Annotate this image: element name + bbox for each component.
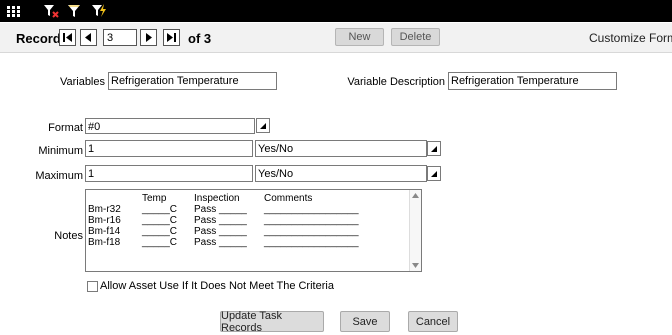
minimum-label: Minimum — [38, 145, 83, 157]
notes-header-temp: Temp — [142, 193, 167, 204]
notes-header-inspection: Inspection — [194, 193, 240, 204]
minimum-field[interactable]: 1 — [85, 140, 253, 157]
notes-row-inspection: Pass _____ — [194, 237, 247, 248]
notes-row-name: Bm-r32 — [88, 204, 121, 215]
maximum-field[interactable]: 1 — [85, 165, 253, 182]
funnel-lightning-icon[interactable] — [90, 3, 108, 19]
delete-button[interactable]: Delete — [391, 28, 440, 46]
maximum-type-dropdown-button[interactable] — [427, 166, 441, 181]
notes-header-comments: Comments — [264, 193, 313, 204]
new-button[interactable]: New — [335, 28, 384, 46]
cancel-button[interactable]: Cancel — [408, 311, 458, 332]
variable-description-field[interactable]: Refrigeration Temperature — [448, 72, 617, 90]
notes-row-inspection: Pass _____ — [194, 226, 247, 237]
variables-label: Variables — [59, 76, 105, 88]
format-dropdown-button[interactable] — [256, 118, 270, 133]
minimum-type-select[interactable]: Yes/No — [255, 140, 427, 157]
last-record-button[interactable] — [163, 29, 180, 46]
allow-asset-checkbox[interactable] — [87, 281, 98, 292]
first-icon — [63, 33, 72, 42]
minimum-type-dropdown-button[interactable] — [427, 141, 441, 156]
notes-row-name: Bm-r16 — [88, 215, 121, 226]
notes-row-inspection: Pass _____ — [194, 215, 247, 226]
notes-row-name: Bm-f18 — [88, 237, 121, 248]
notes-row-temp: _____C — [142, 237, 178, 248]
notes-row-comments: _________________ — [264, 215, 359, 226]
dropdown-arrow-icon — [431, 145, 437, 152]
record-number-input[interactable]: 3 — [103, 29, 137, 46]
customize-form-link[interactable]: Customize Form — [589, 31, 672, 45]
allow-asset-label: Allow Asset Use If It Does Not Meet The … — [100, 280, 334, 292]
funnel-x-icon[interactable] — [42, 3, 60, 19]
update-task-records-button[interactable]: Update Task Records — [220, 310, 324, 334]
notes-row-temp: _____C — [142, 215, 178, 226]
scroll-down-icon[interactable] — [412, 263, 419, 268]
previous-record-button[interactable] — [80, 29, 97, 46]
dropdown-arrow-icon — [260, 122, 266, 129]
format-field[interactable]: #0 — [85, 118, 255, 134]
notes-row-inspection: Pass _____ — [194, 204, 247, 215]
dropdown-arrow-icon — [431, 170, 437, 177]
funnel-icon[interactable] — [66, 3, 84, 19]
variable-description-label: Variable Description — [347, 76, 445, 88]
maximum-label: Maximum — [35, 170, 83, 182]
notes-row-comments: _________________ — [264, 237, 359, 248]
next-icon — [146, 33, 152, 42]
scroll-up-icon[interactable] — [412, 193, 419, 198]
next-record-button[interactable] — [140, 29, 157, 46]
notes-row-name: Bm-f14 — [88, 226, 121, 237]
previous-icon — [85, 33, 91, 42]
notes-textarea[interactable]: Temp Inspection Comments Bm-r32 _____C P… — [85, 189, 422, 272]
record-label: Record: — [16, 31, 66, 46]
notes-row-comments: _________________ — [264, 226, 359, 237]
notes-scrollbar[interactable] — [409, 190, 421, 271]
variables-field[interactable]: Refrigeration Temperature — [108, 72, 277, 90]
save-button[interactable]: Save — [340, 311, 390, 332]
notes-row-temp: _____C — [142, 226, 178, 237]
maximum-type-select[interactable]: Yes/No — [255, 165, 427, 182]
first-record-button[interactable] — [59, 29, 76, 46]
notes-row-temp: _____C — [142, 204, 178, 215]
format-label: Format — [48, 122, 83, 134]
notes-label: Notes — [54, 230, 83, 242]
notes-row-comments: _________________ — [264, 204, 359, 215]
record-count: of 3 — [188, 31, 212, 46]
grid-icon[interactable] — [4, 3, 22, 19]
last-icon — [167, 33, 176, 42]
